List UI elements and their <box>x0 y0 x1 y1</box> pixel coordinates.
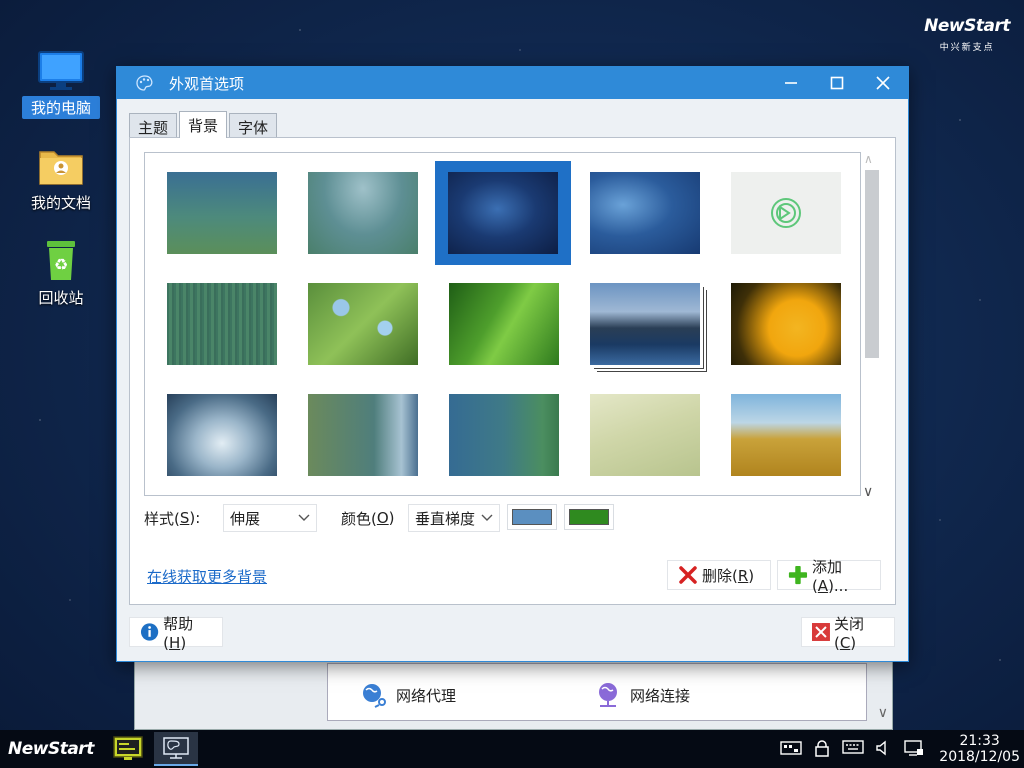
secondary-color-button[interactable] <box>564 504 614 530</box>
desktop-icon-label: 回收站 <box>38 289 84 307</box>
wallpaper-thumb[interactable] <box>449 394 559 476</box>
close-icon <box>876 76 890 90</box>
tray-display-icon[interactable] <box>904 740 924 758</box>
dialog-titlebar[interactable]: 外观首选项 <box>117 67 908 99</box>
add-button[interactable]: 添加(A)... <box>777 558 881 595</box>
desktop-icon-my-documents[interactable]: 我的文档 <box>22 145 100 214</box>
taskbar-app-appearance[interactable] <box>154 732 198 766</box>
wallpaper-thumb[interactable] <box>308 172 418 254</box>
wallpaper-thumb[interactable] <box>308 394 418 476</box>
wallpaper-thumb[interactable] <box>590 394 700 476</box>
taskbar-app-control-center[interactable] <box>106 732 150 766</box>
network-proxy-item[interactable]: 网络代理 <box>360 682 456 708</box>
scrollbar-thumb[interactable] <box>865 170 879 358</box>
tray-network-icon[interactable] <box>780 740 802 756</box>
network-adapter-icon <box>780 741 802 755</box>
desktop-icon-label: 我的文档 <box>30 194 91 212</box>
online-more-backgrounds-link[interactable]: 在线获取更多背景 <box>147 566 267 587</box>
folder-user-icon <box>37 145 85 187</box>
network-proxy-icon <box>363 684 386 708</box>
wallpaper-thumb[interactable] <box>308 283 418 365</box>
desktop-icon-label: 我的电脑 <box>22 96 100 119</box>
primary-color-swatch <box>512 509 552 525</box>
network-connection-label: 网络连接 <box>630 686 691 705</box>
scroll-down-icon[interactable]: ∨ <box>863 484 873 500</box>
wallpaper-thumb[interactable] <box>590 172 700 254</box>
palette-icon <box>135 73 155 93</box>
brand-logo: NewStart 中兴新支点 <box>924 16 1010 53</box>
plus-icon <box>788 565 808 585</box>
appearance-preferences-dialog: 外观首选项 主题 背景 字体 ∧ ∨ 样式(S): 伸展 颜色(O) 垂… <box>116 66 909 662</box>
control-center-window: 网络代理 网络连接 ∨ <box>134 660 893 730</box>
chevron-down-icon[interactable]: ∨ <box>878 705 888 721</box>
display-settings-icon <box>904 740 923 756</box>
control-panel-icon <box>113 736 143 760</box>
tab-background[interactable]: 背景 <box>179 111 228 138</box>
background-tab-panel: ∧ ∨ 样式(S): 伸展 颜色(O) 垂直梯度 在线获取更多背景 删除(R… <box>129 137 896 605</box>
close-window-button[interactable] <box>860 67 906 99</box>
tab-font[interactable]: 字体 <box>229 113 278 138</box>
control-center-list: 网络代理 网络连接 <box>327 663 867 721</box>
dialog-title: 外观首选项 <box>169 74 245 93</box>
style-label: 样式(S): <box>144 509 201 528</box>
color-mode-value: 垂直梯度 <box>415 509 476 528</box>
minimize-icon <box>785 82 797 84</box>
network-proxy-label: 网络代理 <box>396 686 457 705</box>
brand-subtitle: 中兴新支点 <box>939 43 995 53</box>
wallpaper-thumb-selected[interactable] <box>435 161 571 265</box>
wallpaper-thumb[interactable] <box>590 283 700 365</box>
clock-date: 2018/12/05 <box>939 749 1020 765</box>
secondary-color-swatch <box>569 509 609 525</box>
scroll-up-icon[interactable]: ∧ <box>864 152 873 166</box>
tab-bar: 主题 背景 字体 <box>129 111 278 138</box>
maximize-button[interactable] <box>814 67 860 99</box>
wallpaper-thumb[interactable] <box>731 283 841 365</box>
wallpaper-thumb[interactable] <box>167 394 277 476</box>
delete-x-icon <box>679 566 697 584</box>
lock-icon <box>815 740 829 757</box>
speaker-icon <box>876 740 886 756</box>
close-button[interactable]: 关闭(C) <box>801 615 895 652</box>
chevron-down-icon <box>481 514 493 521</box>
gallery-scrollbar[interactable]: ∧ ∨ <box>863 152 881 500</box>
keyboard-icon <box>842 740 864 754</box>
wallpaper-thumb[interactable] <box>167 172 277 254</box>
maximize-icon <box>830 76 844 90</box>
tray-volume-icon[interactable] <box>876 740 888 756</box>
logo-watermark-icon <box>771 198 801 228</box>
wallpaper-thumb[interactable] <box>167 283 277 365</box>
minimize-button[interactable] <box>768 67 814 99</box>
desktop-icon-recycle-bin[interactable]: ♻ 回收站 <box>22 240 100 309</box>
info-icon <box>140 623 159 641</box>
desktop-icon-my-computer[interactable]: 我的电脑 <box>22 50 100 119</box>
svg-text:♻: ♻ <box>54 255 68 274</box>
monitor-icon <box>37 50 85 92</box>
system-clock[interactable]: 21:33 2018/12/05 <box>939 733 1020 765</box>
color-mode-select[interactable]: 垂直梯度 <box>408 504 500 532</box>
wallpaper-thumb[interactable] <box>731 394 841 476</box>
brand-logo-text: NewStart <box>924 16 1010 36</box>
tray-keyboard-icon[interactable] <box>842 740 864 754</box>
clock-time: 21:33 <box>959 733 1000 749</box>
tab-theme[interactable]: 主题 <box>129 113 178 138</box>
color-label: 颜色(O) <box>341 509 395 528</box>
close-box-icon <box>812 623 830 641</box>
style-select-value: 伸展 <box>230 509 261 528</box>
appearance-monitor-icon <box>163 737 189 759</box>
start-menu-button[interactable]: NewStart <box>8 739 94 759</box>
tray-lock-icon[interactable] <box>815 740 829 757</box>
network-connection-icon <box>599 683 617 707</box>
wallpaper-thumb[interactable] <box>731 172 841 254</box>
wallpaper-thumb[interactable] <box>449 283 559 365</box>
delete-button[interactable]: 删除(R) <box>667 560 771 590</box>
chevron-down-icon <box>298 514 310 521</box>
taskbar: NewStart 21:33 2018/12/05 <box>0 730 1024 768</box>
recycle-bin-icon: ♻ <box>37 240 85 282</box>
help-button[interactable]: 帮助(H) <box>129 615 223 652</box>
style-select[interactable]: 伸展 <box>223 504 317 532</box>
primary-color-button[interactable] <box>507 504 557 530</box>
network-connection-item[interactable]: 网络连接 <box>594 682 690 708</box>
wallpaper-gallery[interactable] <box>144 152 861 496</box>
